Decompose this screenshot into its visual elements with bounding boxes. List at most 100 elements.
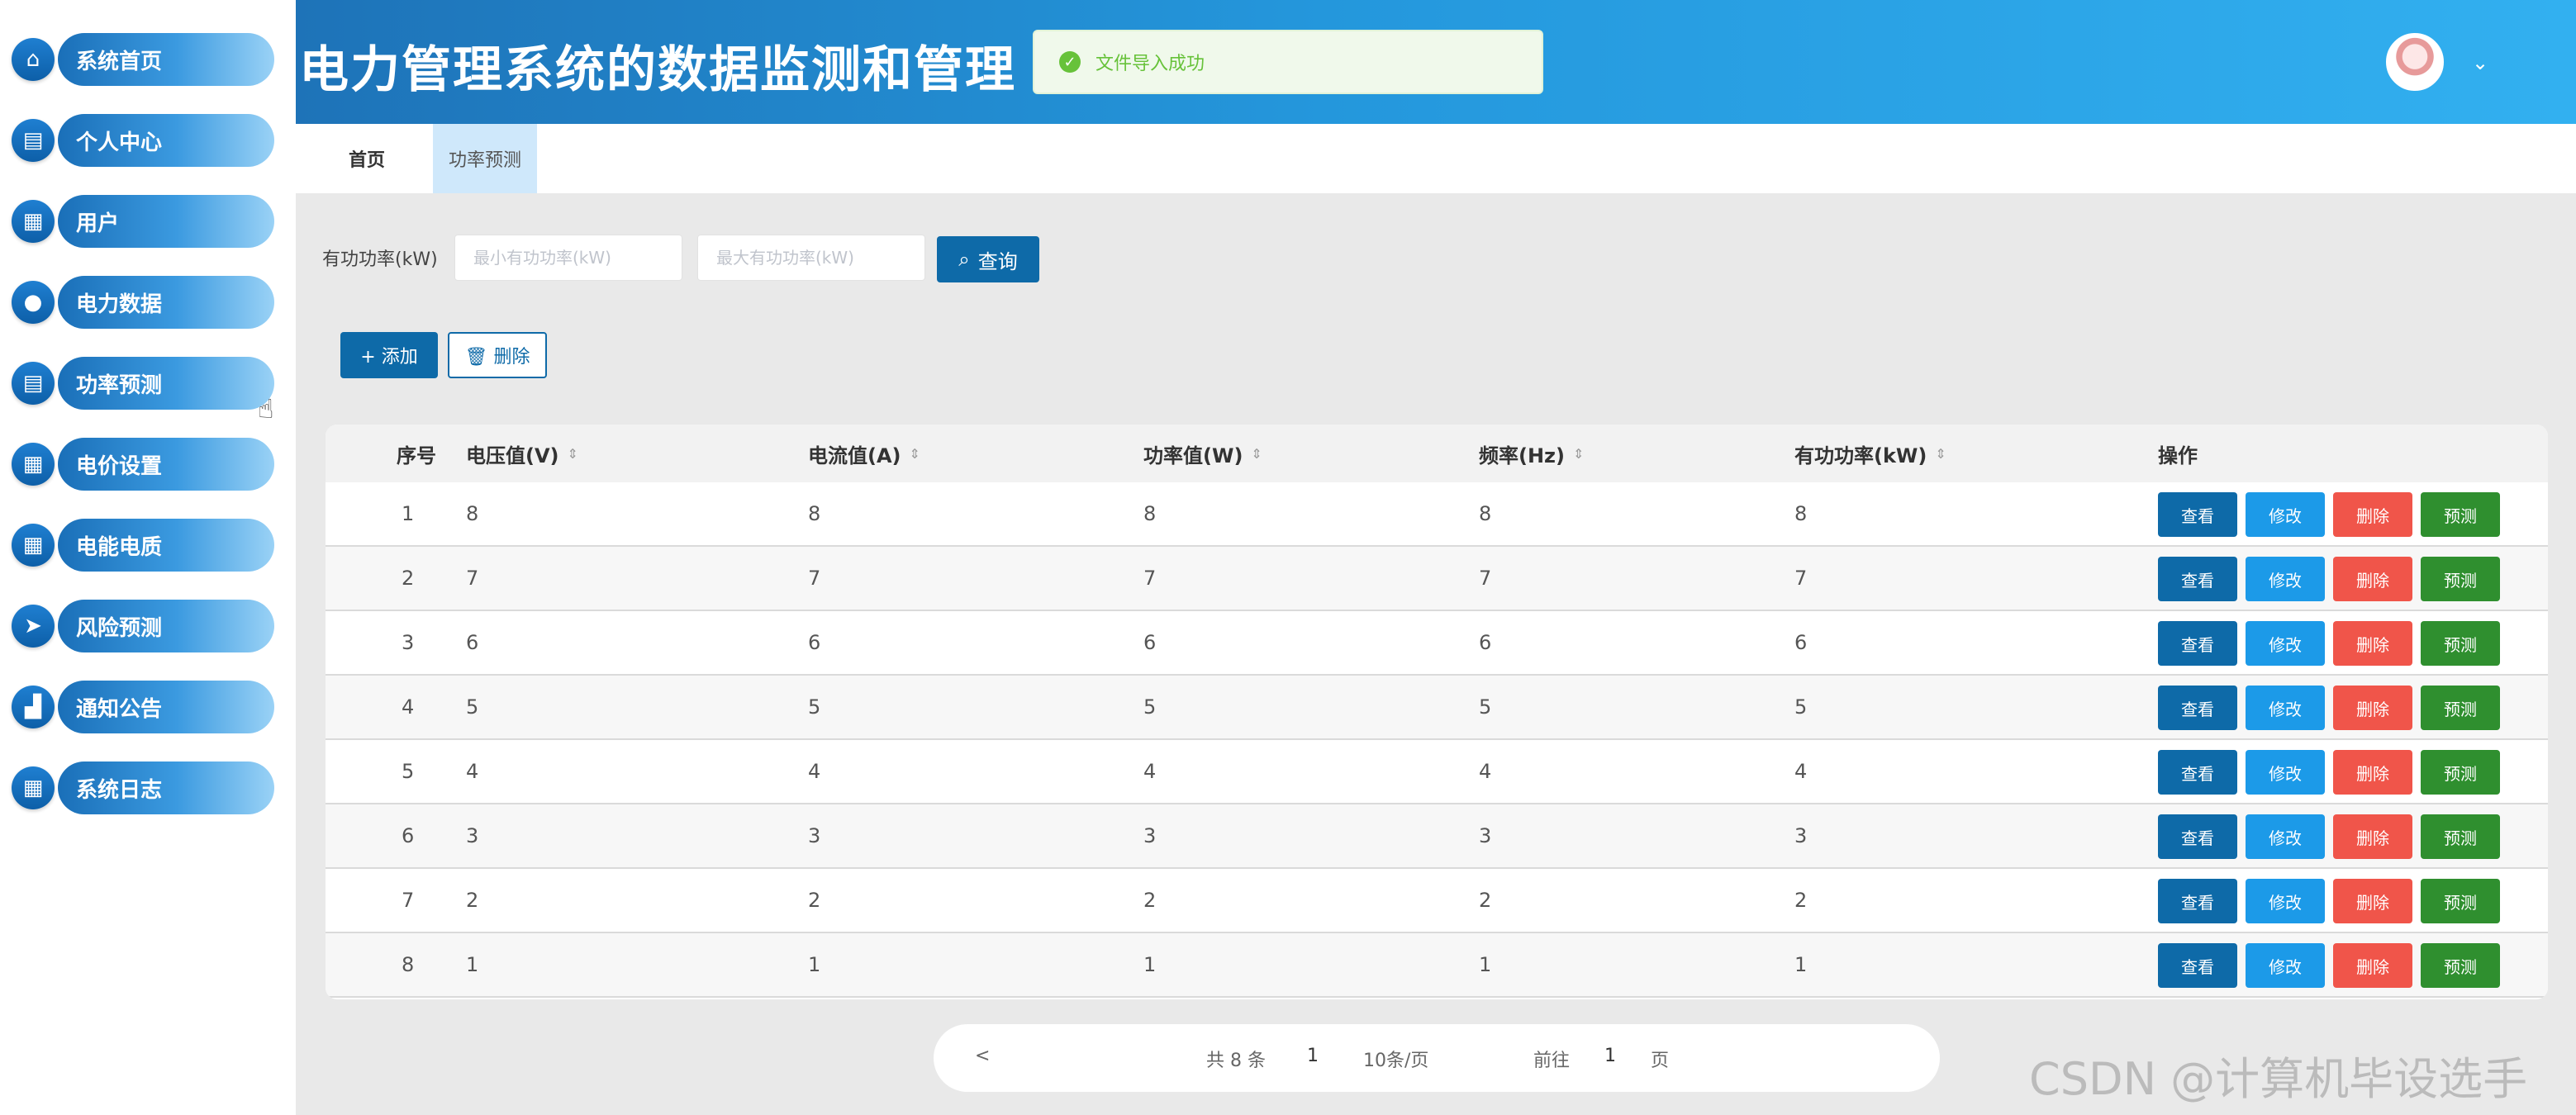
remove-row-button[interactable]: 删除 — [2333, 750, 2412, 795]
view-row-button[interactable]: 查看 — [2158, 621, 2237, 666]
table-cell: 8 — [402, 953, 415, 976]
tab-home[interactable]: 首页 — [329, 124, 405, 193]
table-cell: 4 — [1143, 760, 1157, 783]
predict-row-button[interactable]: 预测 — [2421, 814, 2500, 859]
chevron-down-icon[interactable]: ⌄ — [2472, 51, 2488, 74]
max-power-input[interactable] — [697, 235, 925, 281]
view-row-button[interactable]: 查看 — [2158, 557, 2237, 601]
table-cell: 3 — [1143, 824, 1157, 847]
sidebar-item[interactable]: ▤ 个人中心 — [12, 114, 274, 167]
prev-page-button[interactable]: < — [975, 1046, 990, 1066]
table-cell: 8 — [1479, 502, 1492, 525]
table-cell: 7 — [402, 889, 415, 912]
remove-row-button[interactable]: 删除 — [2333, 492, 2412, 537]
table-cell: 2 — [808, 889, 821, 912]
table-cell: 7 — [808, 567, 821, 590]
goto-page-input[interactable]: 1 — [1604, 1046, 1616, 1066]
remove-row-button[interactable]: 删除 — [2333, 621, 2412, 666]
current-page[interactable]: 1 — [1307, 1046, 1319, 1066]
remove-row-button[interactable]: 删除 — [2333, 557, 2412, 601]
predict-row-button[interactable]: 预测 — [2421, 492, 2500, 537]
search-label: 有功功率(kW) — [322, 249, 438, 270]
predict-row-button[interactable]: 预测 — [2421, 750, 2500, 795]
edit-row-button[interactable]: 修改 — [2246, 943, 2325, 988]
sidebar-item[interactable]: ⌂ 系统首页 — [12, 33, 274, 86]
view-row-button[interactable]: 查看 — [2158, 943, 2237, 988]
table-cell: 3 — [808, 824, 821, 847]
sort-icon[interactable]: ⇕ — [568, 446, 578, 462]
query-button[interactable]: ⌕ 查询 — [937, 236, 1039, 282]
sort-icon[interactable]: ⇕ — [1573, 446, 1584, 462]
sidebar-item[interactable]: ▤ 功率预测 — [12, 357, 274, 410]
tab-power-prediction[interactable]: 功率预测 — [433, 124, 537, 193]
edit-row-button[interactable]: 修改 — [2246, 621, 2325, 666]
sidebar-item-label: 用户 — [58, 195, 274, 248]
predict-row-button[interactable]: 预测 — [2421, 879, 2500, 923]
sidebar-item[interactable]: ▟ 通知公告 — [12, 681, 274, 733]
batch-delete-button[interactable]: 🗑 删除 — [448, 332, 547, 378]
table-row: 6 3 3 3 3 3 查看 修改 删除 预测 — [326, 804, 2548, 869]
user-icon: ● — [12, 281, 55, 324]
sidebar-item[interactable]: ▦ 电价设置 — [12, 438, 274, 491]
sidebar-item[interactable]: ● 电力数据 — [12, 276, 274, 329]
sidebar-item[interactable]: ▦ 用户 — [12, 195, 274, 248]
sidebar-item[interactable]: ➤ 风险预测 — [12, 600, 274, 652]
predict-row-button[interactable]: 预测 — [2421, 943, 2500, 988]
tab-bar: 首页 功率预测 — [296, 124, 2576, 193]
table-row: 5 4 4 4 4 4 查看 修改 删除 预测 — [326, 740, 2548, 804]
send-icon: ➤ — [12, 605, 55, 648]
remove-row-button[interactable]: 删除 — [2333, 814, 2412, 859]
column-header[interactable]: 电压值(V) ⇕ — [466, 425, 578, 482]
remove-row-button[interactable]: 删除 — [2333, 686, 2412, 730]
sidebar-item[interactable]: ▦ 电能电质 — [12, 519, 274, 572]
table-cell: 3 — [402, 631, 415, 654]
view-row-button[interactable]: 查看 — [2158, 814, 2237, 859]
add-button[interactable]: + 添加 — [340, 332, 438, 378]
column-header[interactable]: 有功功率(kW) ⇕ — [1794, 425, 1946, 482]
sidebar-item-label: 电价设置 — [58, 438, 274, 491]
avatar[interactable] — [2386, 33, 2444, 91]
view-row-button[interactable]: 查看 — [2158, 879, 2237, 923]
sort-icon[interactable]: ⇕ — [910, 446, 920, 462]
table-cell: 5 — [1794, 695, 1808, 719]
sort-icon[interactable]: ⇕ — [1935, 446, 1946, 462]
column-header[interactable]: 电流值(A) ⇕ — [808, 425, 920, 482]
predict-row-button[interactable]: 预测 — [2421, 621, 2500, 666]
predict-row-button[interactable]: 预测 — [2421, 557, 2500, 601]
pagination: < 共 8 条 1 10条/页 前往 1 页 — [934, 1024, 1940, 1092]
sidebar-item-label: 风险预测 — [58, 600, 274, 652]
table-header: 序号 电压值(V) ⇕ 电流值(A) ⇕ 功率值(W) ⇕ 频率(Hz) ⇕ 有功功率(kW) ⇕ 操… — [326, 425, 2548, 482]
view-row-button[interactable]: 查看 — [2158, 686, 2237, 730]
remove-row-button[interactable]: 删除 — [2333, 943, 2412, 988]
predict-row-button[interactable]: 预测 — [2421, 686, 2500, 730]
sidebar-item-label: 系统首页 — [58, 33, 274, 86]
query-button-label: 查询 — [977, 249, 1018, 273]
edit-row-button[interactable]: 修改 — [2246, 492, 2325, 537]
edit-row-button[interactable]: 修改 — [2246, 750, 2325, 795]
sidebar-item-label: 通知公告 — [58, 681, 274, 733]
sidebar-item-label: 个人中心 — [58, 114, 274, 167]
view-row-button[interactable]: 查看 — [2158, 492, 2237, 537]
success-toast: ✓ 文件导入成功 — [1033, 30, 1543, 94]
edit-row-button[interactable]: 修改 — [2246, 879, 2325, 923]
table-cell: 7 — [1143, 567, 1157, 590]
table-cell: 6 — [1794, 631, 1808, 654]
remove-row-button[interactable]: 删除 — [2333, 879, 2412, 923]
table-cell: 6 — [466, 631, 479, 654]
column-header[interactable]: 功率值(W) ⇕ — [1143, 425, 1262, 482]
edit-row-button[interactable]: 修改 — [2246, 814, 2325, 859]
edit-row-button[interactable]: 修改 — [2246, 557, 2325, 601]
page-size-select[interactable]: 10条/页 — [1363, 1046, 1428, 1072]
sidebar-item[interactable]: ▦ 系统日志 — [12, 762, 274, 814]
sort-icon[interactable]: ⇕ — [1251, 446, 1262, 462]
column-header[interactable]: 频率(Hz) ⇕ — [1479, 425, 1584, 482]
sidebar-item-label: 系统日志 — [58, 762, 274, 814]
view-row-button[interactable]: 查看 — [2158, 750, 2237, 795]
sidebar-item-label: 电能电质 — [58, 519, 274, 572]
column-header-label: 电流值(A) — [808, 444, 901, 467]
table-cell: 5 — [1479, 695, 1492, 719]
top-header: 电力管理系统的数据监测和管理 ✓ 文件导入成功 ⌄ — [296, 0, 2576, 124]
min-power-input[interactable] — [454, 235, 682, 281]
home-icon: ⌂ — [12, 38, 55, 81]
edit-row-button[interactable]: 修改 — [2246, 686, 2325, 730]
